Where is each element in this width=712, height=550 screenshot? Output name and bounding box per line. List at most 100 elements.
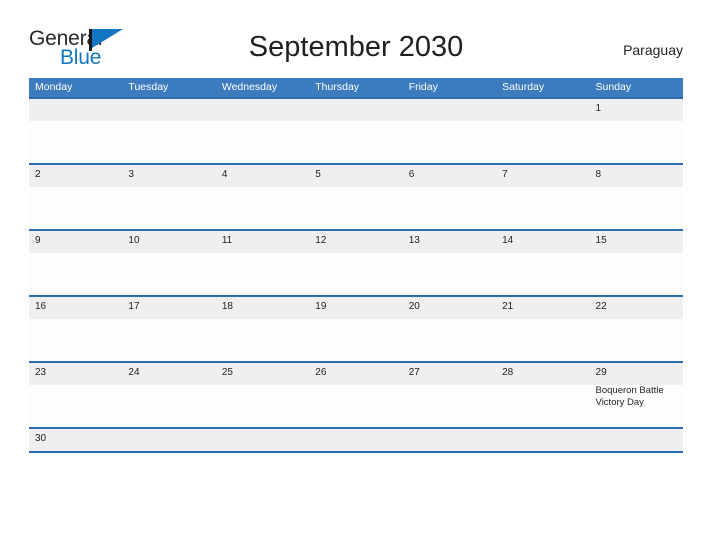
calendar-day-cell[interactable]: 8 [590,165,683,229]
calendar-week-inner: 23 24 25 26 27 28 29 Boqueron Battle Victory Da… [29,363,683,427]
weekday-header-monday: Monday [35,81,73,93]
calendar-week-inner: 30 [29,429,683,451]
day-number: 25 [221,367,233,378]
calendar-grid: Monday Tuesday Wednesday Thursday Friday Satu… [29,78,683,453]
day-number: 29 [595,367,607,378]
day-number: 22 [595,301,607,312]
calendar-day-cell[interactable]: 10 [122,231,215,295]
day-number: 28 [502,367,514,378]
calendar-day-cell-empty [122,429,215,451]
calendar-week-inner: 16 17 18 19 20 21 22 [29,297,683,361]
day-number: 21 [502,301,514,312]
calendar-day-cell-empty [403,99,496,163]
calendar-day-cell[interactable]: 17 [122,297,215,361]
calendar-day-cell[interactable]: 12 [309,231,402,295]
calendar-day-cell[interactable]: 23 [29,363,122,427]
calendar-day-cell-empty [496,99,589,163]
weekday-header-wednesday: Wednesday [221,81,278,93]
calendar-day-cell-empty [29,99,122,163]
calendar-day-cell[interactable]: 21 [496,297,589,361]
day-number: 2 [35,169,41,180]
day-number: 3 [128,169,134,180]
calendar-day-cell[interactable]: 5 [309,165,402,229]
calendar-week-inner: 9 10 11 12 13 14 15 [29,231,683,295]
day-number: 7 [502,169,508,180]
calendar-day-cell[interactable]: 13 [403,231,496,295]
calendar-day-cell[interactable]: 24 [122,363,215,427]
calendar-day-cell[interactable]: 26 [309,363,402,427]
calendar-day-cell-empty [309,429,402,451]
day-number: 13 [408,235,420,246]
calendar-week-row: 16 17 18 19 20 21 22 [29,295,683,363]
day-number: 8 [595,169,602,180]
calendar-week-row: 9 10 11 12 13 14 15 [29,229,683,297]
calendar-page: General Blue September 2030 Paraguay Mon… [0,0,712,550]
calendar-day-cell[interactable]: 18 [216,297,309,361]
calendar-day-cell[interactable]: 27 [403,363,496,427]
calendar-day-cell[interactable]: 28 [496,363,589,427]
calendar-day-cell[interactable]: 15 [590,231,683,295]
calendar-day-cell[interactable]: 30 [29,429,122,451]
calendar-day-cell[interactable]: 29 Boqueron Battle Victory Day [590,363,683,427]
page-title: September 2030 [248,31,464,63]
day-number: 27 [408,367,420,378]
calendar-weeks: 1 2 3 4 5 6 7 8 9 10 11 12 13 14 15 16 17 18 19 20 21 22 23 24 2… [29,97,683,453]
calendar-day-cell[interactable]: 16 [29,297,122,361]
calendar-day-cell-empty [496,429,589,451]
calendar-day-cell[interactable]: 9 [29,231,122,295]
calendar-day-cell-empty [590,429,683,451]
day-number: 4 [221,169,228,180]
day-number: 12 [315,235,327,246]
day-number: 18 [221,301,233,312]
calendar-day-cell-empty [216,429,309,451]
calendar-day-cell[interactable]: 6 [403,165,496,229]
day-number: 6 [408,169,415,180]
holiday-label: Boqueron Battle Victory Day [595,385,664,408]
day-number: 5 [315,169,321,180]
calendar-day-cell[interactable]: 22 [590,297,683,361]
calendar-day-cell[interactable]: 19 [309,297,402,361]
calendar-day-cell[interactable]: 25 [216,363,309,427]
calendar-day-cell[interactable]: 4 [216,165,309,229]
calendar-day-cell[interactable]: 7 [496,165,589,229]
weekday-header-tuesday: Tuesday [128,81,169,93]
day-number: 11 [221,235,233,246]
calendar-week-row: 1 [29,97,683,165]
day-number: 1 [595,103,602,114]
calendar-day-cell[interactable]: 20 [403,297,496,361]
calendar-week-inner: 2 3 4 5 6 7 8 [29,165,683,229]
day-number: 30 [35,433,47,444]
weekday-header-saturday: Saturday [502,81,545,93]
calendar-week-row: 23 24 25 26 27 28 29 Boqueron Battle Victory Da… [29,361,683,429]
calendar-week-row: 2 3 4 5 6 7 8 [29,163,683,231]
calendar-day-cell[interactable]: 11 [216,231,309,295]
calendar-day-cell-empty [122,99,215,163]
calendar-day-cell[interactable]: 14 [496,231,589,295]
calendar-week-row: 30 [29,427,683,453]
calendar-day-cell-empty [309,99,402,163]
day-number: 20 [408,301,420,312]
day-number: 17 [128,301,140,312]
day-number: 14 [502,235,514,246]
calendar-day-cell[interactable]: 2 [29,165,122,229]
day-number: 15 [595,235,607,246]
day-number: 10 [128,235,140,246]
day-number: 26 [315,367,327,378]
weekday-header-friday: Friday [408,81,438,93]
calendar-day-cell[interactable]: 1 [590,99,683,163]
day-number: 16 [35,301,47,312]
calendar-day-cell-empty [403,429,496,451]
day-events: Boqueron Battle Victory Day [596,385,677,409]
day-number: 9 [35,235,41,246]
calendar-day-cell-empty [216,99,309,163]
page-header: General Blue September 2030 Paraguay [29,26,683,72]
weekday-header-row: Monday Tuesday Wednesday Thursday Friday Satu… [29,78,683,97]
day-number: 24 [128,367,140,378]
weekday-header-sunday: Sunday [595,81,632,93]
day-number: 23 [35,367,47,378]
weekday-header-thursday: Thursday [315,81,360,93]
day-number: 19 [315,301,327,312]
calendar-day-cell[interactable]: 3 [122,165,215,229]
country-label: Paraguay [623,42,683,58]
calendar-week-inner: 1 [29,99,683,163]
